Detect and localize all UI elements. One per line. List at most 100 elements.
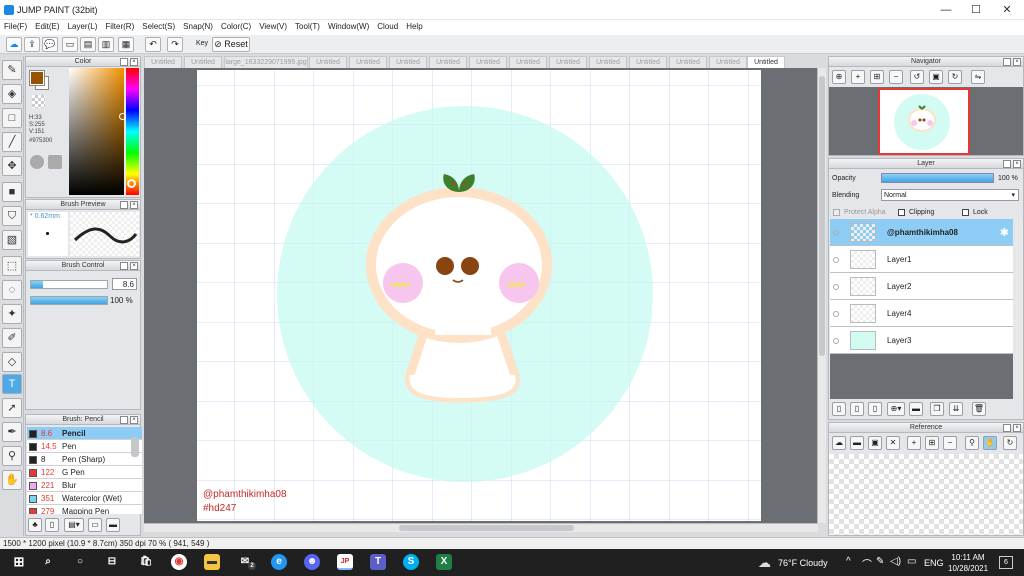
menu-edit[interactable]: Edit(E) <box>31 20 63 31</box>
close-button[interactable]: ✕ <box>993 2 1021 18</box>
main-color-swatch[interactable] <box>29 70 45 86</box>
select-pen-icon[interactable]: ✐ <box>2 328 22 348</box>
panel-close-icon[interactable]: × <box>1013 58 1021 66</box>
pages-icon[interactable]: ▥ <box>98 37 114 52</box>
tab-untitled[interactable]: Untitled <box>549 56 587 68</box>
store-icon[interactable]: 🛍 <box>138 554 154 570</box>
teams-icon[interactable]: T <box>370 554 386 570</box>
hue-slider[interactable] <box>126 68 139 195</box>
layer-scrollbar[interactable] <box>1015 219 1023 399</box>
move-tool-icon[interactable]: ✥ <box>2 156 22 176</box>
undo-icon[interactable]: ↶ <box>145 37 161 52</box>
battery-icon[interactable]: ▭ <box>907 556 916 567</box>
hue-cursor[interactable] <box>127 179 136 188</box>
copy-brush-icon[interactable]: ▭ <box>88 518 102 532</box>
layer-row[interactable]: Layer4 <box>830 300 1013 327</box>
balloon-icon[interactable]: ▭ <box>62 37 78 52</box>
cloud-icon[interactable]: ☁ <box>832 436 846 450</box>
visibility-icon[interactable] <box>833 284 839 290</box>
magic-wand-icon[interactable]: ✦ <box>2 304 22 324</box>
lasso-icon[interactable]: ◌ <box>2 280 22 300</box>
select-eraser-icon[interactable]: ◇ <box>2 352 22 372</box>
redo-icon[interactable]: ↷ <box>167 37 183 52</box>
panel-float-icon[interactable] <box>1003 58 1011 66</box>
rectangle-tool-icon[interactable]: □ <box>2 108 22 128</box>
operation-tool-icon[interactable]: ➚ <box>2 398 22 418</box>
menu-snap[interactable]: Snap(N) <box>179 20 217 31</box>
menu-help[interactable]: Help <box>402 20 426 31</box>
menu-filter[interactable]: Filter(R) <box>101 20 138 31</box>
hand-icon[interactable]: ✋ <box>983 436 997 450</box>
delete-layer-icon[interactable]: 🗑 <box>972 402 986 416</box>
fit-icon[interactable]: ⊞ <box>925 436 939 450</box>
brush-item[interactable]: 8 Pen (Sharp) <box>27 453 142 466</box>
layer-row[interactable]: Layer3 <box>830 327 1013 354</box>
panel-close-icon[interactable]: × <box>1013 424 1021 432</box>
folder-icon[interactable]: ▬ <box>106 518 120 532</box>
maximize-button[interactable]: ☐ <box>962 2 990 18</box>
duplicate-layer-icon[interactable]: ❐ <box>930 402 944 416</box>
menu-layer[interactable]: Layer(L) <box>64 20 102 31</box>
eyedropper-icon[interactable]: ⚲ <box>965 436 979 450</box>
visibility-icon[interactable] <box>833 257 839 263</box>
eraser-tool-icon[interactable]: ◈ <box>2 84 22 104</box>
panel-close-icon[interactable]: × <box>130 416 138 424</box>
cloud-icon[interactable]: ☁ <box>6 37 22 52</box>
discord-icon[interactable]: ☻ <box>304 554 320 570</box>
brush-opacity-slider[interactable] <box>30 296 108 305</box>
file-explorer-icon[interactable]: ▬ <box>204 554 220 570</box>
zoom-in-icon[interactable]: + <box>907 436 921 450</box>
hand-tool-icon[interactable]: ✋ <box>2 470 22 490</box>
mail-icon[interactable]: ✉ 2 <box>237 554 256 570</box>
panel-float-icon[interactable] <box>120 416 128 424</box>
close-icon[interactable]: ✕ <box>886 436 900 450</box>
export-icon[interactable]: ⇪ <box>24 37 40 52</box>
panel-float-icon[interactable] <box>120 262 128 270</box>
chevron-up-icon[interactable]: ^ <box>846 556 851 567</box>
menu-select[interactable]: Select(S) <box>138 20 179 31</box>
brush-item[interactable]: 279 Mapping Pen <box>27 505 142 514</box>
brush-menu-icon[interactable]: ▤▾ <box>64 518 84 532</box>
palette-icon[interactable] <box>30 155 44 169</box>
language-indicator[interactable]: ENG <box>924 558 944 568</box>
reset-view-icon[interactable]: ▣ <box>929 70 943 84</box>
clock[interactable]: 10:11 AM 10/28/2021 <box>948 552 988 574</box>
tab-untitled[interactable]: Untitled <box>629 56 667 68</box>
navigator-thumbnail[interactable] <box>878 88 970 155</box>
navigator-preview-area[interactable] <box>829 87 1023 155</box>
menu-window[interactable]: Window(W) <box>324 20 373 31</box>
sv-cursor[interactable] <box>119 113 126 120</box>
panel-float-icon[interactable] <box>120 58 128 66</box>
reference-canvas[interactable] <box>829 454 1023 535</box>
tab-untitled[interactable]: Untitled <box>509 56 547 68</box>
comment-icon[interactable]: 💬 <box>42 37 58 52</box>
eyedropper-icon[interactable]: ⚲ <box>2 446 22 466</box>
tab-untitled[interactable]: Untitled <box>469 56 507 68</box>
tab-untitled[interactable]: Untitled <box>309 56 347 68</box>
tab-large-jpg[interactable]: large_1633229071995.jpg <box>224 56 308 68</box>
panel-close-icon[interactable]: × <box>130 201 138 209</box>
drawing-canvas[interactable]: @phamthikimha08 #hd247 <box>197 70 761 521</box>
brush-item[interactable]: 221 Blur <box>27 479 142 492</box>
tab-untitled[interactable]: Untitled <box>144 56 182 68</box>
tab-untitled[interactable]: Untitled <box>709 56 747 68</box>
notification-icon[interactable]: 6 <box>999 556 1013 569</box>
transparent-swatch[interactable] <box>32 95 45 108</box>
menu-file[interactable]: File(F) <box>0 20 31 31</box>
menu-color[interactable]: Color(C) <box>217 20 255 31</box>
vertical-scrollbar[interactable] <box>817 68 826 523</box>
new-halftone-icon[interactable]: ▯ <box>868 402 882 416</box>
panel-close-icon[interactable]: × <box>1013 160 1021 168</box>
brush-item[interactable]: 122 G Pen <box>27 466 142 479</box>
panel-close-icon[interactable]: × <box>130 58 138 66</box>
gradient-tool-icon[interactable]: ▧ <box>2 230 22 250</box>
zoom-out-icon[interactable]: − <box>889 70 903 84</box>
excel-icon[interactable]: X <box>436 554 452 570</box>
horizontal-scrollbar[interactable] <box>144 523 818 532</box>
pen-tool-icon[interactable]: ✒ <box>2 422 22 442</box>
tab-untitled[interactable]: Untitled <box>669 56 707 68</box>
menu-view[interactable]: View(V) <box>255 20 291 31</box>
search-icon[interactable]: ⌕ <box>40 554 56 570</box>
panel-float-icon[interactable] <box>120 201 128 209</box>
tab-untitled[interactable]: Untitled <box>429 56 467 68</box>
